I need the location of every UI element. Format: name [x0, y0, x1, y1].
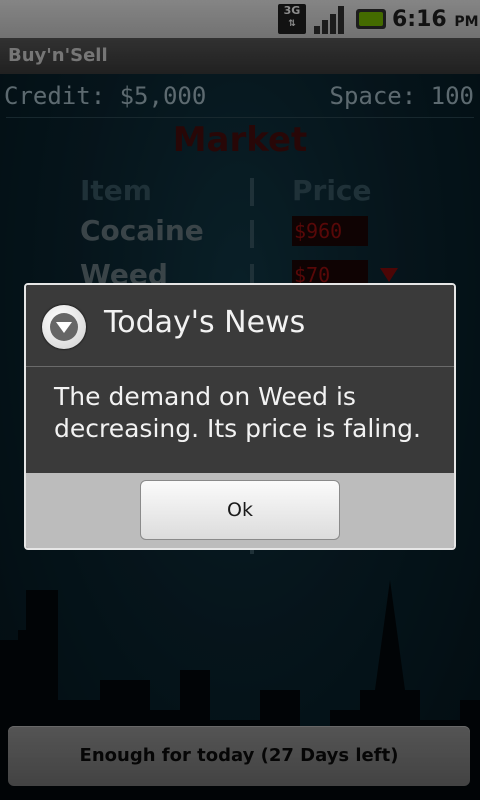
dialog-footer: Ok — [26, 473, 454, 548]
dialog-title: Today's News — [104, 305, 306, 340]
dialog-header: Today's News — [26, 285, 454, 367]
dialog-message: The demand on Weed is decreasing. Its pr… — [54, 382, 421, 443]
chevron-down-circle-icon — [42, 305, 86, 349]
news-dialog: Today's News The demand on Weed is decre… — [24, 283, 456, 550]
dialog-body: The demand on Weed is decreasing. Its pr… — [26, 367, 454, 473]
ok-button[interactable]: Ok — [140, 480, 340, 540]
